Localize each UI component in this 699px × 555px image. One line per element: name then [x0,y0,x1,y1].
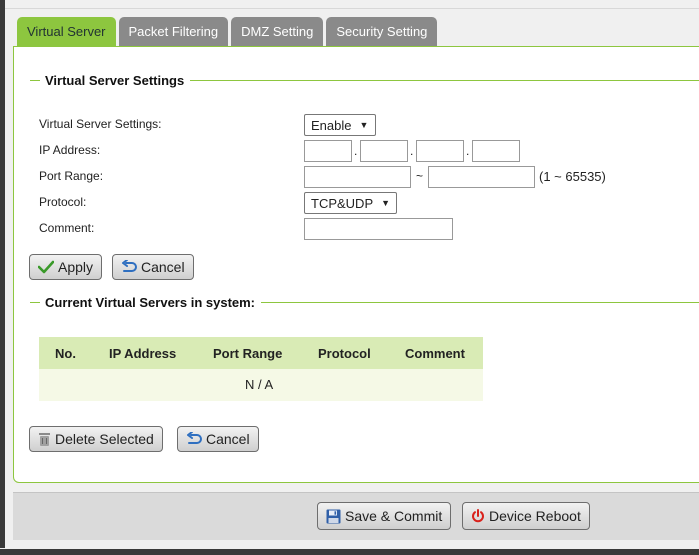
ip-octet-2-input[interactable] [360,140,408,162]
settings-section-title: Virtual Server Settings [45,72,185,88]
tab-virtual-server[interactable]: Virtual Server [17,17,116,47]
protocol-select[interactable]: TCP&UDP ▼ [304,192,397,214]
tab-security-setting[interactable]: Security Setting [326,17,438,47]
column-header-port-range: Port Range [213,345,283,361]
virtual-server-settings-label: Virtual Server Settings: [39,117,162,131]
ip-octet-1-input[interactable] [304,140,352,162]
port-start-input[interactable] [304,166,411,188]
power-icon [472,509,484,523]
column-header-protocol: Protocol [318,345,371,361]
row-ip-address: IP Address: . . . [39,140,679,162]
chevron-down-icon: ▼ [381,198,391,208]
table-row: N / A [39,369,483,401]
table-header-row: No. IP Address Port Range Protocol Comme… [39,337,483,369]
column-header-no: No. [55,345,76,361]
protocol-label: Protocol: [39,195,87,209]
row-port-range: Port Range: ~ (1 ~ 65535) [39,166,679,188]
save-commit-label: Save & Commit [345,508,443,524]
column-header-comment: Comment [405,345,465,361]
empty-table-text: N / A [245,377,274,392]
current-servers-title: Current Virtual Servers in system: [45,294,256,310]
port-end-input[interactable] [428,166,535,188]
save-commit-button[interactable]: Save & Commit [317,502,452,530]
device-reboot-label: Device Reboot [489,508,581,524]
comment-label: Comment: [39,221,95,235]
undo-icon [122,260,137,272]
tab-packet-filtering[interactable]: Packet Filtering [118,17,229,47]
tab-dmz-setting[interactable]: DMZ Setting [231,17,324,47]
legend-rule [190,79,699,81]
ip-octet-4-input[interactable] [472,140,520,162]
apply-button[interactable]: Apply [29,254,103,280]
chevron-down-icon: ▼ [359,120,369,130]
legend-dash [30,79,40,81]
delete-selected-button[interactable]: Delete Selected [29,426,163,452]
settings-cancel-label: Cancel [141,259,185,275]
ip-separator-2: . [410,144,414,158]
ip-separator-3: . [466,144,470,158]
list-cancel-button[interactable]: Cancel [177,426,259,452]
virtual-server-select[interactable]: Enable ▼ [304,114,376,136]
left-edge-bar [0,0,5,548]
list-cancel-label: Cancel [206,431,250,447]
settings-cancel-button[interactable]: Cancel [112,254,194,280]
virtual-server-select-value: Enable [311,117,352,133]
tab-bar: Virtual Server Packet Filtering DMZ Sett… [17,17,438,47]
ip-address-label: IP Address: [39,143,101,157]
virtual-servers-table: No. IP Address Port Range Protocol Comme… [39,337,483,401]
ip-octet-3-input[interactable] [416,140,464,162]
trash-icon [39,432,50,446]
ip-separator-1: . [354,144,358,158]
virtual-server-panel: Virtual Server Settings Virtual Server S… [13,46,699,483]
apply-label: Apply [58,259,94,275]
current-servers-legend: Current Virtual Servers in system: [30,294,699,310]
row-virtual-server-settings: Virtual Server Settings: Enable ▼ [39,114,679,136]
column-header-ip-address: IP Address [109,345,177,361]
bottom-edge-bar [0,549,699,555]
comment-input[interactable] [304,218,453,240]
port-range-label: Port Range: [39,169,104,183]
port-range-hint: (1 ~ 65535) [539,169,606,184]
bottom-action-bar: Save & Commit Device Reboot [13,492,699,540]
delete-selected-label: Delete Selected [55,431,154,447]
row-comment: Comment: [39,218,679,240]
settings-legend: Virtual Server Settings [30,72,699,88]
check-icon [38,260,54,274]
floppy-disk-icon [326,509,341,523]
protocol-select-value: TCP&UDP [311,195,374,211]
port-range-separator: ~ [416,169,424,183]
legend-dash [30,301,40,303]
legend-rule [261,301,699,303]
device-reboot-button[interactable]: Device Reboot [462,502,590,530]
top-divider [5,8,699,9]
undo-icon [187,432,202,444]
row-protocol: Protocol: TCP&UDP ▼ [39,192,679,214]
